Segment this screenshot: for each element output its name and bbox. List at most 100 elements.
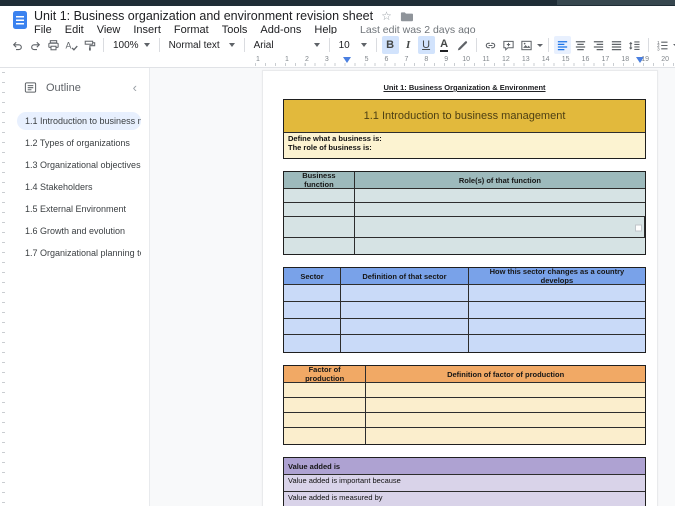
factor-production-table-header-cell[interactable]: Factor of production bbox=[284, 366, 367, 383]
factor-production-table-cell[interactable] bbox=[284, 398, 367, 413]
outline-item-4[interactable]: 1.4 Stakeholders bbox=[17, 178, 141, 196]
factor-production-table[interactable]: Factor of production Definition of factor… bbox=[283, 365, 646, 445]
factor-production-table-cell[interactable] bbox=[366, 398, 645, 413]
sector-table-header-cell[interactable]: Sector bbox=[284, 268, 342, 285]
business-function-table-cell[interactable] bbox=[284, 189, 355, 203]
browser-top-bar-segment bbox=[557, 0, 675, 5]
insert-link-button[interactable] bbox=[482, 36, 499, 54]
align-justify-button[interactable] bbox=[608, 36, 625, 54]
sector-table-cell[interactable] bbox=[468, 302, 645, 319]
document-page[interactable]: Unit 1: Business Organization & Environm… bbox=[262, 70, 658, 506]
print-button[interactable] bbox=[45, 36, 62, 54]
numbered-list-button[interactable]: 123 bbox=[654, 36, 671, 54]
sector-table-header-cell[interactable]: Definition of that sector bbox=[341, 268, 469, 285]
business-function-table-header-cell[interactable]: Business function bbox=[284, 172, 355, 189]
spell-check-icon[interactable]: A bbox=[63, 36, 80, 54]
google-docs-window: Unit 1: Business organization and enviro… bbox=[0, 0, 675, 506]
collapse-outline-icon[interactable]: ‹ bbox=[133, 81, 137, 94]
sector-table-header-cell[interactable]: How this sector changes as a country dev… bbox=[468, 268, 645, 285]
outline-panel: Outline ‹ 1.1 Introduction to business m… bbox=[8, 68, 150, 506]
google-docs-icon[interactable] bbox=[13, 11, 27, 29]
ruler-number: 15 bbox=[561, 56, 570, 63]
paint-format-button[interactable] bbox=[81, 36, 98, 54]
font-family-select[interactable]: Arial bbox=[250, 36, 324, 54]
sector-table[interactable]: Sector Definition of that sector How this … bbox=[283, 267, 646, 353]
sector-table-cell[interactable] bbox=[284, 302, 342, 319]
sector-table-cell[interactable] bbox=[341, 285, 469, 302]
sector-table-cell[interactable] bbox=[341, 319, 469, 335]
line-spacing-button[interactable] bbox=[626, 36, 643, 54]
outline-item-1[interactable]: 1.1 Introduction to business ma... bbox=[17, 112, 141, 130]
sector-table-cell[interactable] bbox=[284, 285, 342, 302]
highlight-color-button[interactable] bbox=[454, 36, 471, 54]
outline-item-7[interactable]: 1.7 Organizational planning tool... bbox=[17, 244, 141, 262]
sector-table-cell[interactable] bbox=[284, 319, 342, 335]
ruler-number: 3 bbox=[324, 56, 329, 63]
business-function-table-header-cell[interactable]: Role(s) of that function bbox=[354, 172, 645, 189]
intro-table-header-cell[interactable]: 1.1 Introduction to business management bbox=[284, 100, 645, 133]
business-function-table-cell[interactable] bbox=[354, 238, 645, 254]
outline-icon bbox=[24, 81, 37, 94]
insert-image-caret[interactable] bbox=[536, 43, 543, 47]
sector-table-cell[interactable] bbox=[468, 319, 645, 335]
add-comment-button[interactable] bbox=[500, 36, 517, 54]
business-function-table-cell[interactable] bbox=[284, 238, 355, 254]
sector-table-cell[interactable] bbox=[468, 285, 645, 302]
sector-table-cell[interactable] bbox=[341, 302, 469, 319]
factor-production-table-cell[interactable] bbox=[366, 383, 645, 398]
sector-table-cell[interactable] bbox=[284, 335, 342, 352]
business-function-table-cell[interactable] bbox=[284, 217, 355, 238]
sector-table-cell[interactable] bbox=[341, 335, 469, 352]
factor-production-table-cell[interactable] bbox=[284, 428, 367, 444]
intro-table[interactable]: 1.1 Introduction to business management D… bbox=[283, 99, 646, 159]
vertical-ruler[interactable] bbox=[0, 68, 8, 506]
undo-button[interactable] bbox=[9, 36, 26, 54]
value-added-table-cell[interactable]: Value added is important because bbox=[284, 475, 645, 492]
align-center-button[interactable] bbox=[572, 36, 589, 54]
ruler-number: 1 bbox=[256, 56, 260, 63]
sector-table-cell[interactable] bbox=[468, 335, 645, 352]
factor-production-table-cell[interactable] bbox=[284, 383, 367, 398]
left-indent-marker[interactable] bbox=[343, 57, 351, 63]
factor-production-table-cell[interactable] bbox=[366, 428, 645, 444]
ruler-number: 12 bbox=[501, 56, 510, 63]
document-title[interactable]: Unit 1: Business organization and enviro… bbox=[34, 9, 373, 23]
svg-text:A: A bbox=[65, 40, 71, 50]
business-function-table-cell[interactable] bbox=[354, 203, 645, 217]
business-function-table-cell[interactable] bbox=[354, 189, 645, 203]
ruler-number: 5 bbox=[364, 56, 369, 63]
bold-button[interactable]: B bbox=[381, 36, 399, 54]
paragraph-style-select[interactable]: Normal text bbox=[165, 36, 239, 54]
value-added-table[interactable]: Value added is Value added is important b… bbox=[283, 457, 646, 506]
value-added-table-header-cell[interactable]: Value added is bbox=[284, 458, 645, 475]
horizontal-ruler[interactable]: 1 1 2 3 5 6 7 8 9 10 11 12 13 14 15 16 17 18 19 20 bbox=[255, 56, 675, 67]
document-heading[interactable]: Unit 1: Business Organization & Environm… bbox=[283, 83, 646, 92]
font-size-select[interactable]: 10 bbox=[335, 36, 371, 54]
factor-production-table-cell[interactable] bbox=[366, 413, 645, 428]
folder-icon[interactable] bbox=[400, 10, 413, 23]
factor-production-table-header-cell[interactable]: Definition of factor of production bbox=[366, 366, 645, 383]
business-function-table-cell[interactable] bbox=[354, 217, 645, 238]
redo-button[interactable] bbox=[27, 36, 44, 54]
outline-item-3[interactable]: 1.3 Organizational objectives bbox=[17, 156, 141, 174]
align-right-button[interactable] bbox=[590, 36, 607, 54]
text-color-button[interactable]: A bbox=[436, 36, 453, 54]
underline-button[interactable]: U bbox=[417, 36, 435, 54]
star-icon[interactable]: ☆ bbox=[381, 10, 392, 22]
ruler-number: 2 bbox=[304, 56, 309, 63]
factor-production-table-cell[interactable] bbox=[284, 413, 367, 428]
business-function-table[interactable]: Business function Role(s) of that functio… bbox=[283, 171, 646, 255]
business-function-table-cell[interactable] bbox=[284, 203, 355, 217]
outline-item-5[interactable]: 1.5 External Environment bbox=[17, 200, 141, 218]
document-canvas[interactable]: Unit 1: Business Organization & Environm… bbox=[150, 68, 675, 506]
intro-table-cell[interactable]: Define what a business is: The role of bu… bbox=[284, 133, 645, 158]
cell-resize-handle[interactable] bbox=[635, 224, 642, 231]
ruler-number: 18 bbox=[621, 56, 630, 63]
italic-button[interactable]: I bbox=[400, 36, 417, 54]
outline-item-2[interactable]: 1.2 Types of organizations bbox=[17, 134, 141, 152]
value-added-table-cell[interactable]: Value added is measured by bbox=[284, 492, 645, 506]
zoom-select[interactable]: 100% bbox=[109, 36, 154, 54]
align-left-button[interactable] bbox=[553, 36, 571, 54]
insert-image-button[interactable] bbox=[518, 36, 535, 54]
outline-item-6[interactable]: 1.6 Growth and evolution bbox=[17, 222, 141, 240]
